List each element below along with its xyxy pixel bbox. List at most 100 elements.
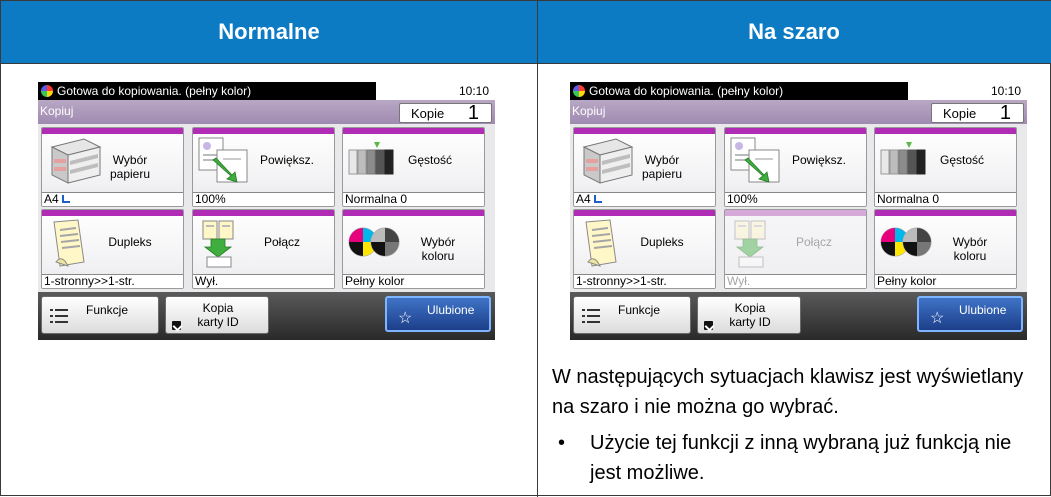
column-divider [537,1,538,497]
tile-combine: Połącz Wył. [724,209,867,289]
tile-value-text: Normalna 0 [345,192,408,206]
tile-label: Połącz [795,235,833,249]
tile-value-text: Wył. [727,274,751,288]
tile-value: Normalna 0 [343,192,484,206]
tile-value-text: 100% [727,192,758,206]
copies-value: 1 [467,102,479,124]
tile-accent-bar [875,210,1016,216]
tile-label: Dupleks [108,235,152,249]
tile-value: Wył. [193,274,334,288]
tile-label: Powiększ. [791,153,847,167]
note-bullet: • Użycie tej funkcji z inną wybraną już … [552,428,1047,488]
tile-label: Gęstość [939,153,984,167]
note-bullet-text: Użycie tej funkcji z inną wybraną już fu… [590,432,1012,484]
copy-panel-grayed: Gotowa do kopiowania. (pełny kolor) 10:1… [570,82,1027,340]
star-icon: ☆ [398,310,413,327]
tile-label: Wybór papieru [641,153,683,181]
tile-accent-bar [42,128,183,134]
color-select-icon [347,222,401,267]
status-bar: Gotowa do kopiowania. (pełny kolor) 10:1… [38,82,495,100]
tile-accent-bar [574,210,715,216]
tile-color-select[interactable]: Wybór koloru Pełny kolor [342,209,485,289]
tile-duplex[interactable]: Dupleks 1-stronny>>1-str. [41,209,184,289]
combine-icon [729,219,773,274]
copies-button[interactable]: Kopie 1 [399,102,492,124]
screen-title: Kopiuj [40,104,74,118]
paper-tray-icon [578,137,636,194]
tile-label: Wybór koloru [952,235,988,263]
column-header-normal: Normalne [1,1,537,63]
functions-button[interactable]: Funkcje [573,296,691,334]
tile-label: Gęstość [407,153,452,167]
tile-value: Pełny kolor [343,274,484,288]
copies-label: Kopie [943,106,977,121]
status-message: Gotowa do kopiowania. (pełny kolor) [57,84,252,98]
copies-button[interactable]: Kopie 1 [931,102,1024,124]
tile-accent-bar [193,128,334,134]
tile-value-text: Normalna 0 [877,192,940,206]
color-status-icon [41,85,53,97]
column-header-grayed: Na szaro [537,1,1051,63]
id-card-copy-button[interactable]: Kopia karty ID [165,296,269,334]
shortcut-icon [704,321,713,330]
list-icon [50,307,68,325]
color-status-icon [573,85,585,97]
tile-accent-bar [875,128,1016,134]
tile-value-text: Pełny kolor [877,274,937,288]
tile-value: 100% [193,192,334,206]
clock: 10:10 [990,84,1021,98]
list-icon [582,307,600,325]
status-message: Gotowa do kopiowania. (pełny kolor) [589,84,784,98]
favorites-label: Ulubione [959,303,1007,317]
paper-orientation-icon [61,195,70,203]
tile-density[interactable]: Gęstość Normalna 0 [874,127,1017,207]
tile-value: Pełny kolor [875,274,1016,288]
tile-zoom[interactable]: Powiększ. 100% [724,127,867,207]
tile-label: Wybór koloru [420,235,456,263]
tile-color-select[interactable]: Wybór koloru Pełny kolor [874,209,1017,289]
shortcut-icon [172,321,181,330]
combine-icon [197,219,241,274]
tile-accent-bar [574,128,715,134]
zoom-icon [729,136,783,191]
tile-value-text: A4 [576,192,591,206]
favorites-label: Ulubione [427,303,475,317]
tile-value: 1-stronny>>1-str. [42,274,183,288]
tile-paper-select[interactable]: Wybór papieru A4 [41,127,184,207]
zoom-icon [197,136,251,191]
functions-label: Funkcje [86,303,129,317]
id-card-copy-button[interactable]: Kopia karty ID [697,296,801,334]
paper-orientation-icon [593,195,602,203]
title-bar: Kopiuj Kopie 1 [570,100,1027,124]
tile-value: Wył. [725,274,866,288]
favorites-button[interactable]: ☆ Ulubione [385,296,491,332]
tile-label: Powiększ. [259,153,315,167]
tile-duplex[interactable]: Dupleks 1-stronny>>1-str. [573,209,716,289]
star-icon: ☆ [930,310,945,327]
tile-combine[interactable]: Połącz Wył. [192,209,335,289]
tile-label: Połącz [263,235,301,249]
tile-density[interactable]: Gęstość Normalna 0 [342,127,485,207]
tile-label: Wybór papieru [109,153,151,181]
tile-accent-bar [193,210,334,216]
title-bar: Kopiuj Kopie 1 [38,100,495,124]
favorites-button[interactable]: ☆ Ulubione [917,296,1023,332]
copies-label: Kopie [411,106,445,121]
tile-accent-bar [42,210,183,216]
tile-value-text: Wył. [195,274,219,288]
screen-title: Kopiuj [572,104,606,118]
clock: 10:10 [458,84,489,98]
tile-value-text: Pełny kolor [345,274,405,288]
status-bar: Gotowa do kopiowania. (pełny kolor) 10:1… [570,82,1027,100]
status-message-bar: Gotowa do kopiowania. (pełny kolor) [570,82,908,100]
tile-value: 1-stronny>>1-str. [574,274,715,288]
tile-paper-select[interactable]: Wybór papieru A4 [573,127,716,207]
density-icon [347,142,397,181]
tile-accent-bar [343,128,484,134]
tile-value: Normalna 0 [875,192,1016,206]
tile-zoom[interactable]: Powiększ. 100% [192,127,335,207]
tile-value-text: 100% [195,192,226,206]
functions-button[interactable]: Funkcje [41,296,159,334]
tile-value-text: 1-stronny>>1-str. [576,274,667,288]
id-card-copy-label: Kopia karty ID [729,301,771,329]
